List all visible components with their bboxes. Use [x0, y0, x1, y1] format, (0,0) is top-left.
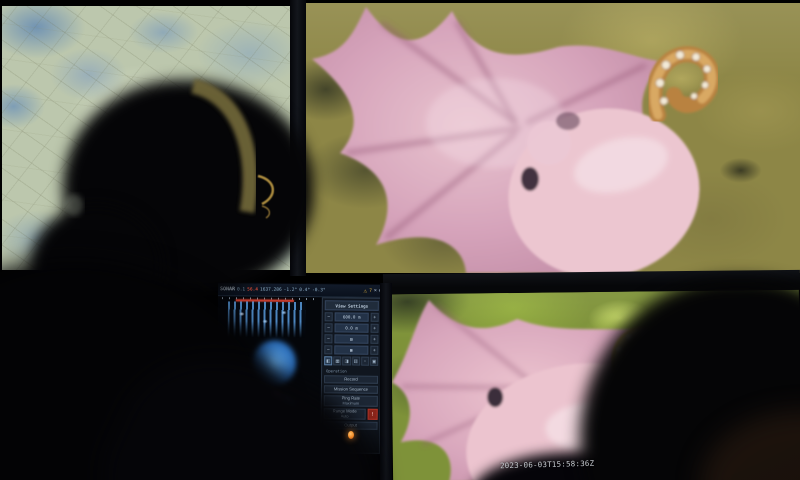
sonar-toolbar: SONAR 0.1 56.4 1637.286 -1.2° 0.4° -0.3°… — [218, 283, 384, 298]
stepper-row: − ▤ + — [324, 334, 378, 344]
sonar-readout: 0.1 — [237, 287, 245, 292]
octopus-illustration — [306, 3, 800, 273]
ping-rate-value: Maximum — [343, 401, 360, 405]
panel-section-label: Operation — [324, 367, 378, 374]
sonar-readout: -1.2° — [284, 287, 298, 292]
sonar-readout-alert: 56.4 — [247, 287, 258, 292]
panel-tab-split-icon[interactable]: ◨ — [343, 356, 351, 365]
panel-tab-view-icon[interactable]: ◧ — [324, 356, 332, 365]
warning-count: 7 — [369, 288, 372, 293]
increment-button[interactable]: + — [370, 346, 378, 355]
panel-tab-grid-icon[interactable]: ▦ — [333, 356, 341, 365]
stepper-value: 0.0 m — [335, 323, 369, 332]
decrement-button[interactable]: − — [325, 323, 333, 332]
panel-tab-strip: ◧ ▦ ◨ ▥ ▫ ▣ — [324, 356, 378, 366]
decrement-button[interactable]: − — [325, 312, 333, 321]
octopus-eye — [521, 167, 539, 191]
increment-button[interactable]: + — [370, 335, 378, 344]
control-room-photo: SONAR 0.1 56.4 1637.286 -1.2° 0.4° -0.3°… — [0, 0, 800, 480]
decrement-button[interactable]: − — [324, 334, 332, 343]
panel-header: View Settings — [325, 300, 379, 311]
octopus-sucker-arm — [654, 51, 711, 115]
sonar-readout: 1637.286 — [260, 287, 282, 292]
increment-button[interactable]: + — [371, 324, 379, 333]
display-mode-icon: ▤ — [334, 334, 368, 343]
panel-tab-rows-icon[interactable]: ▥ — [352, 357, 360, 366]
range-alert-indicator: ! — [368, 409, 378, 420]
mission-sequence-button[interactable]: Mission Sequence — [324, 385, 378, 394]
stepper-row: − 600.0 m + — [325, 312, 379, 322]
record-button[interactable]: Record — [324, 375, 378, 384]
warning-triangle-icon: ⚠ — [364, 287, 368, 294]
decrement-button[interactable]: − — [324, 345, 332, 354]
octopus-web-arms — [312, 7, 715, 273]
power-led — [348, 431, 354, 439]
sonar-readout: 0.4° — [299, 287, 310, 292]
display-mode-icon: ▦ — [334, 345, 368, 354]
stepper-value: 600.0 m — [335, 312, 369, 321]
stepper-row: − ▦ + — [324, 345, 378, 355]
stepper-row: − 0.0 m + — [325, 323, 379, 333]
monitor-bezel-vertical-right — [380, 283, 392, 480]
main-octopus-monitor — [306, 3, 800, 273]
close-icon[interactable]: × — [374, 288, 377, 294]
sonar-readout: -0.3° — [312, 288, 326, 293]
increment-button[interactable]: + — [371, 313, 379, 322]
panel-tab-columns-icon[interactable]: ▫ — [361, 357, 369, 366]
panel-tab-solid-icon[interactable]: ▣ — [370, 357, 378, 366]
